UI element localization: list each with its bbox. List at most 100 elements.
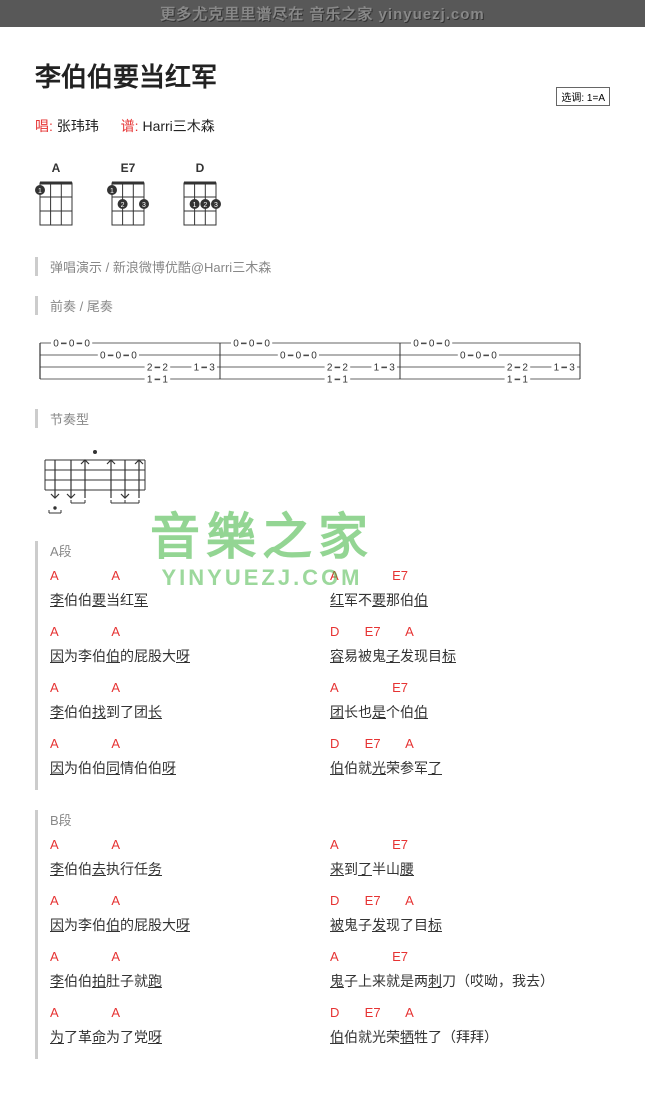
chord-line: A A: [50, 837, 330, 857]
transcriber-name: Harri三木森: [142, 118, 214, 134]
key-indicator: 选调: 1=A: [556, 87, 610, 106]
lyric-line: 来到了半山腰: [330, 859, 610, 879]
svg-text:–: –: [483, 351, 489, 362]
svg-text:–: –: [155, 375, 161, 386]
svg-text:2: 2: [162, 363, 168, 374]
svg-text:–: –: [77, 339, 83, 350]
svg-text:1: 1: [147, 375, 153, 386]
intro-outro-label: 前奏 / 尾奏: [50, 296, 610, 315]
svg-text:–: –: [381, 363, 387, 374]
svg-text:2: 2: [522, 363, 528, 374]
section-B: B段 A AA E7李伯伯去执行任务来到了半山腰A AD E7 A因为李伯伯的屁…: [35, 810, 610, 1059]
chord-line: A E7: [330, 680, 610, 700]
svg-text:–: –: [303, 351, 309, 362]
svg-text:3: 3: [389, 363, 395, 374]
svg-text:0: 0: [69, 339, 75, 350]
svg-text:0: 0: [476, 351, 482, 362]
fretboard-icon: 1 2 3: [179, 178, 221, 230]
svg-text:1: 1: [554, 363, 560, 374]
svg-text:–: –: [515, 375, 521, 386]
svg-text:0: 0: [131, 351, 137, 362]
tablature-stave: 0–0–00–0–02–21–31–10–0–00–0–02–21–31–10–…: [35, 335, 610, 391]
svg-text:1: 1: [193, 202, 197, 209]
svg-text:–: –: [335, 375, 341, 386]
chord-line: A A: [50, 624, 330, 644]
svg-text:3: 3: [209, 363, 215, 374]
svg-text:3: 3: [214, 202, 218, 209]
chord-line: A A: [50, 736, 330, 756]
lyric-line: 容易被鬼子发现目标: [330, 646, 610, 666]
song-title: 李伯伯要当红军: [35, 57, 217, 94]
svg-text:1: 1: [507, 375, 513, 386]
lyric-line: 因为李伯伯的屁股大呀: [50, 646, 330, 666]
svg-text:1: 1: [342, 375, 348, 386]
svg-text:–: –: [561, 363, 567, 374]
chord-line: A A: [50, 893, 330, 913]
svg-text:–: –: [437, 339, 443, 350]
svg-text:2: 2: [121, 202, 125, 209]
svg-text:–: –: [108, 351, 114, 362]
svg-text:3: 3: [569, 363, 575, 374]
top-watermark-bar: 更多尤克里里谱尽在 音乐之家 yinyuezj.com: [0, 0, 645, 27]
chord-line: A E7: [330, 568, 610, 588]
svg-text:2: 2: [507, 363, 513, 374]
chord-line: D E7 A: [330, 1005, 610, 1025]
svg-text:0: 0: [84, 339, 90, 350]
svg-text:2: 2: [327, 363, 333, 374]
lyric-line: 李伯伯去执行任务: [50, 859, 330, 879]
svg-text:1: 1: [374, 363, 380, 374]
strum-pattern-diagram: [35, 448, 610, 523]
svg-text:1: 1: [162, 375, 168, 386]
svg-text:–: –: [123, 351, 129, 362]
fretboard-icon: 1 2 3: [107, 178, 149, 230]
music-sheet: 李伯伯要当红军 选调: 1=A 唱: 张玮玮 谱: Harri三木森 A 1 E…: [0, 27, 645, 1099]
svg-text:2: 2: [342, 363, 348, 374]
section-A: A段 A AA E7李伯伯要当红军红军不要那伯伯A AD E7 A因为李伯伯的屁…: [35, 541, 610, 790]
svg-text:1: 1: [110, 188, 114, 195]
chord-line: D E7 A: [330, 893, 610, 913]
chord-line: A A: [50, 568, 330, 588]
svg-text:1: 1: [327, 375, 333, 386]
demo-credit-text: 弹唱演示 / 新浪微博优酷@Harri三木森: [50, 257, 610, 276]
svg-text:0: 0: [100, 351, 106, 362]
svg-text:0: 0: [249, 339, 255, 350]
lyric-line: 李伯伯拍肚子就跑: [50, 971, 330, 991]
svg-text:3: 3: [142, 202, 146, 209]
svg-text:–: –: [257, 339, 263, 350]
transcriber-label: 谱:: [121, 118, 139, 134]
chord-line: D E7 A: [330, 736, 610, 756]
svg-text:2: 2: [203, 202, 207, 209]
credits: 唱: 张玮玮 谱: Harri三木森: [35, 116, 610, 136]
lyric-line: 鬼子上来就是两刺刀（哎呦，我去）: [330, 971, 610, 991]
svg-text:–: –: [288, 351, 294, 362]
svg-text:0: 0: [233, 339, 239, 350]
svg-text:1: 1: [194, 363, 200, 374]
lyric-line: 因为伯伯同情伯伯呀: [50, 758, 330, 778]
svg-text:0: 0: [429, 339, 435, 350]
lyric-line: 因为李伯伯的屁股大呀: [50, 915, 330, 935]
svg-text:0: 0: [264, 339, 270, 350]
fretboard-icon: 1: [35, 178, 77, 230]
intro-outro-section: 前奏 / 尾奏: [35, 296, 610, 315]
lyric-line: 被鬼子发现了目标: [330, 915, 610, 935]
svg-text:0: 0: [311, 351, 317, 362]
svg-text:0: 0: [413, 339, 419, 350]
chord-line: A E7: [330, 949, 610, 969]
svg-text:–: –: [155, 363, 161, 374]
lyric-line: 李伯伯要当红军: [50, 590, 330, 610]
chord-line: A E7: [330, 837, 610, 857]
rhythm-label: 节奏型: [50, 409, 610, 428]
singer-name: 张玮玮: [57, 118, 99, 134]
svg-text:0: 0: [116, 351, 122, 362]
svg-text:–: –: [61, 339, 67, 350]
lyric-line: 伯伯就光荣牺牲了（拜拜）: [330, 1027, 610, 1047]
svg-text:–: –: [335, 363, 341, 374]
svg-text:–: –: [201, 363, 207, 374]
chord-line: A A: [50, 949, 330, 969]
lyric-line: 红军不要那伯伯: [330, 590, 610, 610]
svg-text:0: 0: [53, 339, 59, 350]
svg-text:–: –: [421, 339, 427, 350]
chord-diagram-E7: E7 1 2 3: [107, 161, 149, 235]
svg-text:0: 0: [296, 351, 302, 362]
lyric-line: 团长也是个伯伯: [330, 702, 610, 722]
